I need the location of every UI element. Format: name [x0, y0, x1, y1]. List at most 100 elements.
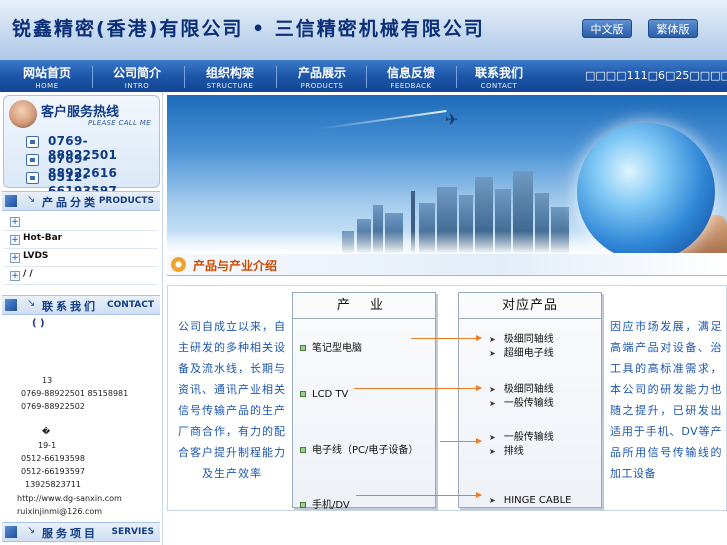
product-category-item[interactable]: + / / — [4, 267, 158, 285]
nav-contact-sublabel: CONTACT — [480, 82, 518, 90]
lang-traditional-button[interactable]: 繁体版 — [648, 19, 698, 38]
industry-item: LCD TV — [300, 389, 348, 400]
intro-right-text: 因应市场发展，满足高端产品对设备、治工具的高标准需求，本公司的研发能力也随之提升… — [610, 320, 722, 480]
contact-phone-line: 0512-66193598 — [21, 454, 85, 463]
nav-contact-label: 联系我们 — [474, 66, 523, 80]
industry-item-label: LCD TV — [312, 389, 349, 400]
product-item-label: 一般传输线 — [503, 398, 554, 409]
product-item-label: 极细同轴线 — [503, 384, 554, 395]
product-panel: 对应产品 ➤ 极细同轴线 ➤ 超细电子线 ➤ 极细同轴线 ➤ 一般传输线 ➤ 一般传输线 … — [458, 292, 602, 508]
product-panel-title: 对应产品 — [459, 293, 601, 319]
arrow-icon: ↘ — [27, 194, 36, 205]
company-title: 锐鑫精密(香港)有限公司 • 三信精密机械有限公司 — [12, 18, 485, 40]
connector-arrow — [356, 492, 482, 498]
nav-products-sublabel: PRODUCTS — [300, 82, 344, 90]
contact-line: 13 — [42, 376, 53, 385]
product-category-label: Hot-Bar — [23, 233, 63, 243]
product-category-item[interactable]: + Hot-Bar — [4, 231, 158, 249]
expand-icon: + — [10, 271, 20, 281]
industry-item: 笔记型电脑 — [300, 339, 362, 354]
product-category-item[interactable]: + LVDS — [4, 249, 158, 267]
section-square-icon — [5, 526, 17, 538]
product-item: ➤ HINGE CABLE — [489, 494, 571, 507]
hero-banner: ✈ — [167, 95, 727, 253]
nav-feedback-sublabel: FEEDBACK — [390, 82, 432, 90]
products-heading-en: PRODUCTS — [98, 196, 154, 206]
nav-products-label: 产品展示 — [297, 66, 346, 80]
nav-contact[interactable]: 联系我们 CONTACT — [455, 60, 543, 92]
phone-row: 0512-66193597 — [26, 170, 146, 198]
main-nav: 网站首页 HOME 公司简介 INTRO 组织构架 STRUCTURE 产品展示… — [0, 60, 727, 92]
product-category-item[interactable]: + — [4, 213, 158, 231]
section-square-icon — [5, 195, 17, 207]
nav-intro-sublabel: INTRO — [124, 82, 150, 90]
nav-structure-label: 组织构架 — [205, 66, 254, 80]
industry-item: 电子线（PC/电子设备） — [300, 441, 418, 456]
industry-panel-title: 产 业 — [293, 293, 435, 319]
arrow-right-icon: ➤ — [489, 335, 496, 344]
nav-feedback-label: 信息反馈 — [386, 66, 435, 80]
industry-item: 手机/DV — [300, 496, 350, 511]
gear-icon — [171, 257, 186, 272]
industry-item-label: 笔记型电脑 — [312, 343, 362, 354]
nav-divider — [184, 66, 185, 88]
nav-divider — [276, 66, 277, 88]
contact-email-link[interactable]: ruixinjinmi@126.com — [17, 507, 102, 516]
lang-simplified-button[interactable]: 中文版 — [582, 19, 632, 38]
intro-left-text: 公司自成立以来，自主研发的多种相关设备及流水线，长期与资讯、通讯产业相关信号传输… — [178, 320, 286, 480]
product-item: ➤ 一般传输线 — [489, 397, 554, 410]
hotline-subtitle: PLEASE CALL ME — [88, 119, 151, 127]
product-item-label: 排线 — [503, 446, 524, 457]
nav-intro-label: 公司简介 — [112, 66, 161, 80]
nav-date-text: □□□□111□6□25□□□□□ — [585, 69, 727, 82]
product-item: ➤ 超细电子线 — [489, 347, 554, 360]
contact-phone-line: 0769-88922501 85158981 — [21, 389, 129, 398]
arrow-right-icon: ➤ — [489, 385, 496, 394]
nav-products[interactable]: 产品展示 PRODUCTS — [278, 60, 366, 92]
product-category-label: / / — [23, 269, 33, 279]
phone-row: 0769-88922501 — [26, 134, 146, 162]
connector-arrow — [354, 385, 482, 391]
bullet-box-icon — [300, 502, 306, 508]
arrow-icon: ↘ — [27, 298, 36, 309]
product-item: ➤ 极细同轴线 — [489, 333, 554, 346]
nav-structure-sublabel: STRUCTURE — [206, 82, 254, 90]
product-item: ➤ 极细同轴线 — [489, 383, 554, 396]
nav-home-sublabel: HOME — [35, 82, 59, 90]
industry-item-label: 手机/DV — [312, 500, 350, 511]
services-heading: 服务项目 — [42, 527, 98, 540]
phone-row: 0769-88922616 — [26, 152, 146, 180]
nav-home[interactable]: 网站首页 HOME — [3, 60, 91, 92]
services-section-header: ↘ 服务项目 SERVIES — [2, 522, 160, 542]
expand-icon: + — [10, 217, 20, 227]
arrow-right-icon: ➤ — [489, 399, 496, 408]
products-section-header: ↘ 产品分类 PRODUCTS — [2, 191, 160, 211]
product-item: ➤ 排线 — [489, 445, 524, 458]
airplane-icon: ✈ — [445, 110, 459, 129]
section-header-bar: 产品与产业介绍 — [167, 254, 727, 276]
nav-structure[interactable]: 组织构架 STRUCTURE — [186, 60, 274, 92]
contact-line: � — [42, 427, 51, 436]
globe-image — [577, 123, 715, 253]
contact-heading: 联系我们 — [42, 300, 98, 313]
product-item-label: 一般传输线 — [503, 432, 554, 443]
arrow-right-icon: ➤ — [489, 496, 496, 505]
nav-intro[interactable]: 公司简介 INTRO — [93, 60, 181, 92]
product-item-label: 极细同轴线 — [503, 334, 554, 345]
contact-phone-line: 0512-66193597 — [21, 467, 85, 476]
phone-icon — [26, 154, 39, 166]
product-item-label: 超细电子线 — [503, 348, 554, 359]
nav-feedback[interactable]: 信息反馈 FEEDBACK — [367, 60, 455, 92]
site-header: 锐鑫精密(香港)有限公司 • 三信精密机械有限公司 中文版 繁体版 — [0, 0, 727, 60]
phone-icon — [26, 136, 39, 148]
bullet-box-icon — [300, 391, 306, 397]
expand-icon: + — [10, 235, 20, 245]
contact-website-link[interactable]: http://www.dg-sanxin.com — [17, 494, 122, 503]
product-item-label: HINGE CABLE — [503, 495, 572, 506]
services-heading-en: SERVIES — [111, 527, 154, 537]
product-industry-diagram: 公司自成立以来，自主研发的多种相关设备及流水线，长期与资讯、通讯产业相关信号传输… — [167, 285, 727, 511]
phone-icon — [26, 172, 39, 184]
contact-heading-en: CONTACT — [107, 300, 154, 310]
industry-panel: 产 业 笔记型电脑 LCD TV 电子线（PC/电子设备） 手机/DV — [292, 292, 436, 511]
contact-section-header: ↘ 联系我们 CONTACT — [2, 295, 160, 315]
